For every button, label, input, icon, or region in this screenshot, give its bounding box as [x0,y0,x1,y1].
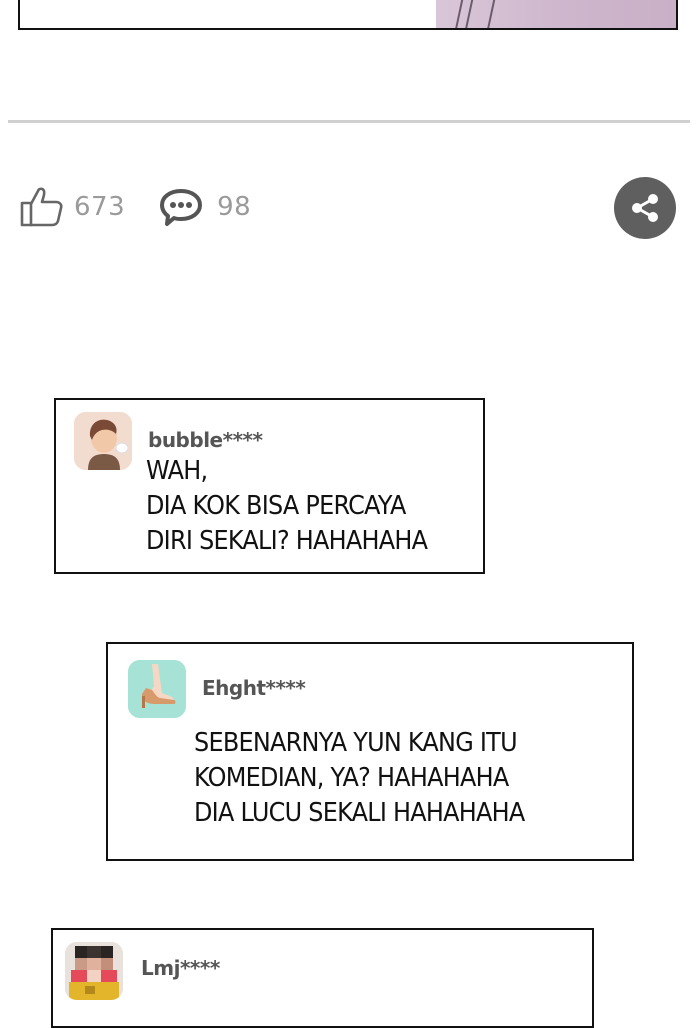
share-icon [632,194,658,222]
share-button[interactable] [614,177,676,239]
pixelated-person-avatar [65,942,123,1000]
like-stat[interactable]: 673 [18,183,125,231]
boy-profile-avatar [74,412,132,470]
comment-text: WAH, DIA KOK BISA PERCAYA DIRI SEKALI? H… [146,456,428,556]
reaction-bar: 673 98 [18,180,251,234]
section-divider [8,120,690,123]
comic-panel-bottom-edge [18,0,678,30]
speech-bubble-icon[interactable] [159,187,203,227]
comment-card: Lmj**** [51,928,594,1028]
thumbs-up-icon[interactable] [18,183,66,231]
comment-card: Ehght**** SEBENARNYA YUN KANG ITU KOMEDI… [106,642,634,861]
comment-stat[interactable]: 98 [159,187,251,227]
high-heel-avatar [128,660,186,718]
comment-card: bubble**** WAH, DIA KOK BISA PERCAYA DIR… [54,398,485,574]
like-count: 673 [74,192,126,222]
comment-username: Lmj**** [141,956,220,980]
comment-username: bubble**** [148,428,263,452]
comment-text: SEBENARNYA YUN KANG ITU KOMEDIAN, YA? HA… [194,728,525,828]
comment-username: Ehght**** [202,676,306,700]
comment-count: 98 [217,192,252,222]
